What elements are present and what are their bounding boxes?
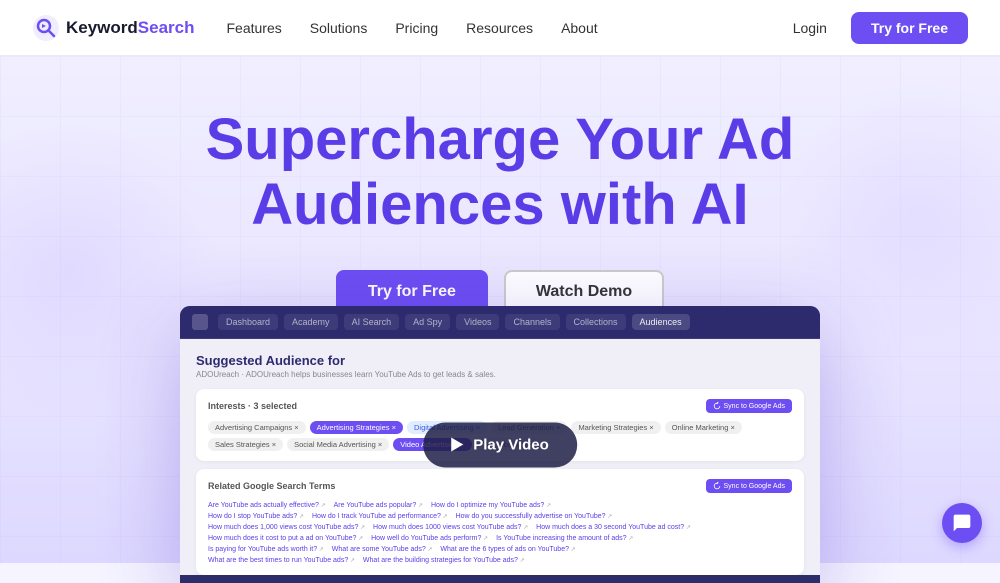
toolbar-tab-audiences[interactable]: Audiences xyxy=(632,314,690,330)
search-terms-card: Related Google Search Terms Sync to Goog… xyxy=(196,469,804,575)
interests-label: Interests · 3 selected xyxy=(208,401,297,411)
toolbar-tab-collections[interactable]: Collections xyxy=(566,314,626,330)
kw-14[interactable]: What are some YouTube ads? xyxy=(332,545,433,554)
kw-row-5: Is paying for YouTube ads worth it? What… xyxy=(208,545,792,554)
logo-text: KeywordSearch xyxy=(66,18,195,38)
keyword-rows: Are YouTube ads actually effective? Are … xyxy=(208,501,792,565)
nav-pricing[interactable]: Pricing xyxy=(395,20,438,36)
play-overlay: Play Video xyxy=(423,422,577,467)
kw-12[interactable]: Is YouTube increasing the amount of ads? xyxy=(496,534,633,543)
logo[interactable]: KeywordSearch xyxy=(32,14,195,42)
kw-7[interactable]: How much does 1,000 views cost YouTube a… xyxy=(208,523,365,532)
app-preview: Dashboard Academy AI Search Ad Spy Video… xyxy=(180,306,820,583)
chat-bubble[interactable] xyxy=(942,503,982,543)
search-terms-label: Related Google Search Terms xyxy=(208,481,335,491)
tag-online-marketing[interactable]: Online Marketing × xyxy=(665,421,742,434)
interests-actions: Sync to Google Ads xyxy=(706,399,792,413)
toolbar-tab-channels[interactable]: Channels xyxy=(505,314,559,330)
tag-sales-strategies[interactable]: Sales Strategies × xyxy=(208,438,283,451)
kw-row-3: How much does 1,000 views cost YouTube a… xyxy=(208,523,792,532)
play-video-button[interactable]: Play Video xyxy=(423,422,577,467)
nav-actions: Login Try for Free xyxy=(781,12,968,44)
kw-17[interactable]: What are the building strategies for You… xyxy=(363,556,525,565)
toolbar-tab-videos[interactable]: Videos xyxy=(456,314,499,330)
suggested-sub: ADOUreach · ADOUreach helps businesses l… xyxy=(196,370,804,379)
kw-2[interactable]: Are YouTube ads popular? xyxy=(334,501,423,510)
tag-advertising-strategies[interactable]: Advertising Strategies × xyxy=(310,421,403,434)
kw-row-2: How do I stop YouTube ads? How do I trac… xyxy=(208,512,792,521)
toolbar-tab-ai-search[interactable]: AI Search xyxy=(344,314,400,330)
logo-icon xyxy=(32,14,60,42)
kw-3[interactable]: How do I optimize my YouTube ads? xyxy=(431,501,551,510)
search-toolbar-icon xyxy=(192,314,208,330)
kw-6[interactable]: How do you successfully advertise on You… xyxy=(456,512,613,521)
kw-15[interactable]: What are the 6 types of ads on YouTube? xyxy=(440,545,575,554)
sync-search-icon xyxy=(713,482,721,490)
nav-about[interactable]: About xyxy=(561,20,598,36)
app-toolbar: Dashboard Academy AI Search Ad Spy Video… xyxy=(180,306,820,339)
kw-9[interactable]: How much does a 30 second YouTube ad cos… xyxy=(536,523,691,532)
nav-features[interactable]: Features xyxy=(227,20,282,36)
nav-resources[interactable]: Resources xyxy=(466,20,533,36)
hero-section: Supercharge Your Ad Audiences with AI Tr… xyxy=(0,56,1000,314)
hero-title-line1: Supercharge Your Ad xyxy=(206,107,795,172)
nav-links: Features Solutions Pricing Resources Abo… xyxy=(227,20,781,36)
kw-5[interactable]: How do I track YouTube ad performance? xyxy=(312,512,448,521)
kw-8[interactable]: How much does 1000 views cost YouTube ad… xyxy=(373,523,528,532)
suggested-title: Suggested Audience for xyxy=(196,353,804,368)
login-button[interactable]: Login xyxy=(781,14,839,42)
search-terms-header: Related Google Search Terms Sync to Goog… xyxy=(208,479,792,493)
tag-advertising-campaigns[interactable]: Advertising Campaigns × xyxy=(208,421,306,434)
app-window: Dashboard Academy AI Search Ad Spy Video… xyxy=(180,306,820,583)
kw-16[interactable]: What are the best times to run YouTube a… xyxy=(208,556,355,565)
kw-1[interactable]: Are YouTube ads actually effective? xyxy=(208,501,326,510)
toolbar-tab-ad-spy[interactable]: Ad Spy xyxy=(405,314,450,330)
sync-icon xyxy=(713,402,721,410)
kw-11[interactable]: How well do YouTube ads perform? xyxy=(371,534,488,543)
kw-row-4: How much does it cost to put a ad on You… xyxy=(208,534,792,543)
play-icon xyxy=(451,438,463,452)
sync-search-terms-btn[interactable]: Sync to Google Ads xyxy=(706,479,792,493)
tag-social-media[interactable]: Social Media Advertising × xyxy=(287,438,389,451)
kw-4[interactable]: How do I stop YouTube ads? xyxy=(208,512,304,521)
sync-google-ads-btn[interactable]: Sync to Google Ads xyxy=(706,399,792,413)
toolbar-tab-dashboard[interactable]: Dashboard xyxy=(218,314,278,330)
nav-solutions[interactable]: Solutions xyxy=(310,20,368,36)
kw-10[interactable]: How much does it cost to put a ad on You… xyxy=(208,534,363,543)
navbar: KeywordSearch Features Solutions Pricing… xyxy=(0,0,1000,56)
tag-marketing-strategies[interactable]: Marketing Strategies × xyxy=(571,421,660,434)
try-free-nav-button[interactable]: Try for Free xyxy=(851,12,968,44)
kw-row-1: Are YouTube ads actually effective? Are … xyxy=(208,501,792,510)
kw-13[interactable]: Is paying for YouTube ads worth it? xyxy=(208,545,324,554)
toolbar-tab-academy[interactable]: Academy xyxy=(284,314,338,330)
kw-row-6: What are the best times to run YouTube a… xyxy=(208,556,792,565)
hero-title: Supercharge Your Ad Audiences with AI xyxy=(206,108,795,238)
toolbar-tabs: Dashboard Academy AI Search Ad Spy Video… xyxy=(218,314,690,330)
chat-icon xyxy=(952,513,972,533)
hero-title-line2: Audiences with AI xyxy=(206,173,795,238)
interests-header: Interests · 3 selected Sync to Google Ad… xyxy=(208,399,792,413)
